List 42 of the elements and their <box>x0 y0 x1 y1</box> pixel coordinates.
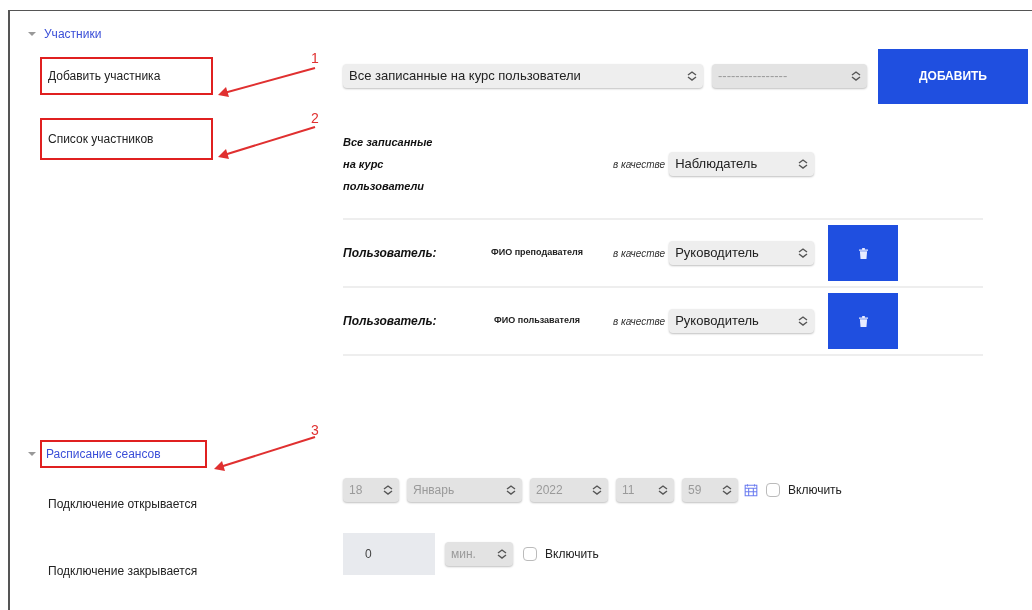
section-link[interactable]: Участники <box>44 25 102 43</box>
participant-caption: Пользователь: <box>343 313 438 330</box>
annotation-number: 3 <box>311 421 319 440</box>
participant-name: ФИО преподавателя <box>490 246 584 260</box>
add-button[interactable]: ДОБАВИТЬ <box>878 48 1028 104</box>
sort-arrows-icon <box>722 485 732 495</box>
section-link[interactable]: Расписание сеансов <box>40 440 207 468</box>
delete-button[interactable] <box>828 225 899 281</box>
field-label: Список участников <box>40 118 213 160</box>
trash-icon <box>858 315 868 327</box>
sort-arrows-icon <box>798 316 809 326</box>
participant-name: Все записанные на курс пользователи <box>343 135 434 194</box>
field-label: Добавить участника <box>40 57 213 95</box>
dropdown[interactable]: Все записанные на курс пользователи <box>343 64 703 88</box>
participant-name: ФИО пользавателя <box>493 314 581 328</box>
sort-arrows-icon <box>497 549 507 559</box>
delete-button[interactable] <box>828 293 899 349</box>
field-label: Подключение закрывается <box>48 564 198 579</box>
sort-arrows-icon <box>798 248 809 258</box>
collapse-icon[interactable] <box>28 30 36 38</box>
sort-arrows-icon <box>798 159 809 169</box>
sort-arrows-icon <box>383 485 393 495</box>
sort-arrows-icon <box>658 485 668 495</box>
sort-arrows-icon <box>506 485 516 495</box>
sort-arrows-icon <box>687 71 697 81</box>
role-caption: в качестве <box>613 246 666 261</box>
sort-arrows-icon <box>851 71 861 81</box>
collapse-icon[interactable] <box>28 450 36 458</box>
field-label: Подключение открывается <box>48 497 197 512</box>
dropdown[interactable]: Руководитель <box>669 241 815 265</box>
participant-caption: Пользователь: <box>343 245 438 262</box>
calendar-icon[interactable] <box>744 483 758 497</box>
annotation-number: 1 <box>311 49 319 68</box>
annotation-number: 2 <box>311 109 319 128</box>
trash-icon <box>858 247 868 259</box>
checkbox-label: Включить <box>545 546 599 563</box>
role-caption: в качестве <box>613 157 666 172</box>
sort-arrows-icon <box>592 485 602 495</box>
dropdown[interactable]: Руководитель <box>669 309 815 333</box>
dropdown[interactable]: Наблюдатель <box>669 152 815 176</box>
checkbox-label: Включить <box>788 482 842 499</box>
role-caption: в качестве <box>613 314 666 329</box>
